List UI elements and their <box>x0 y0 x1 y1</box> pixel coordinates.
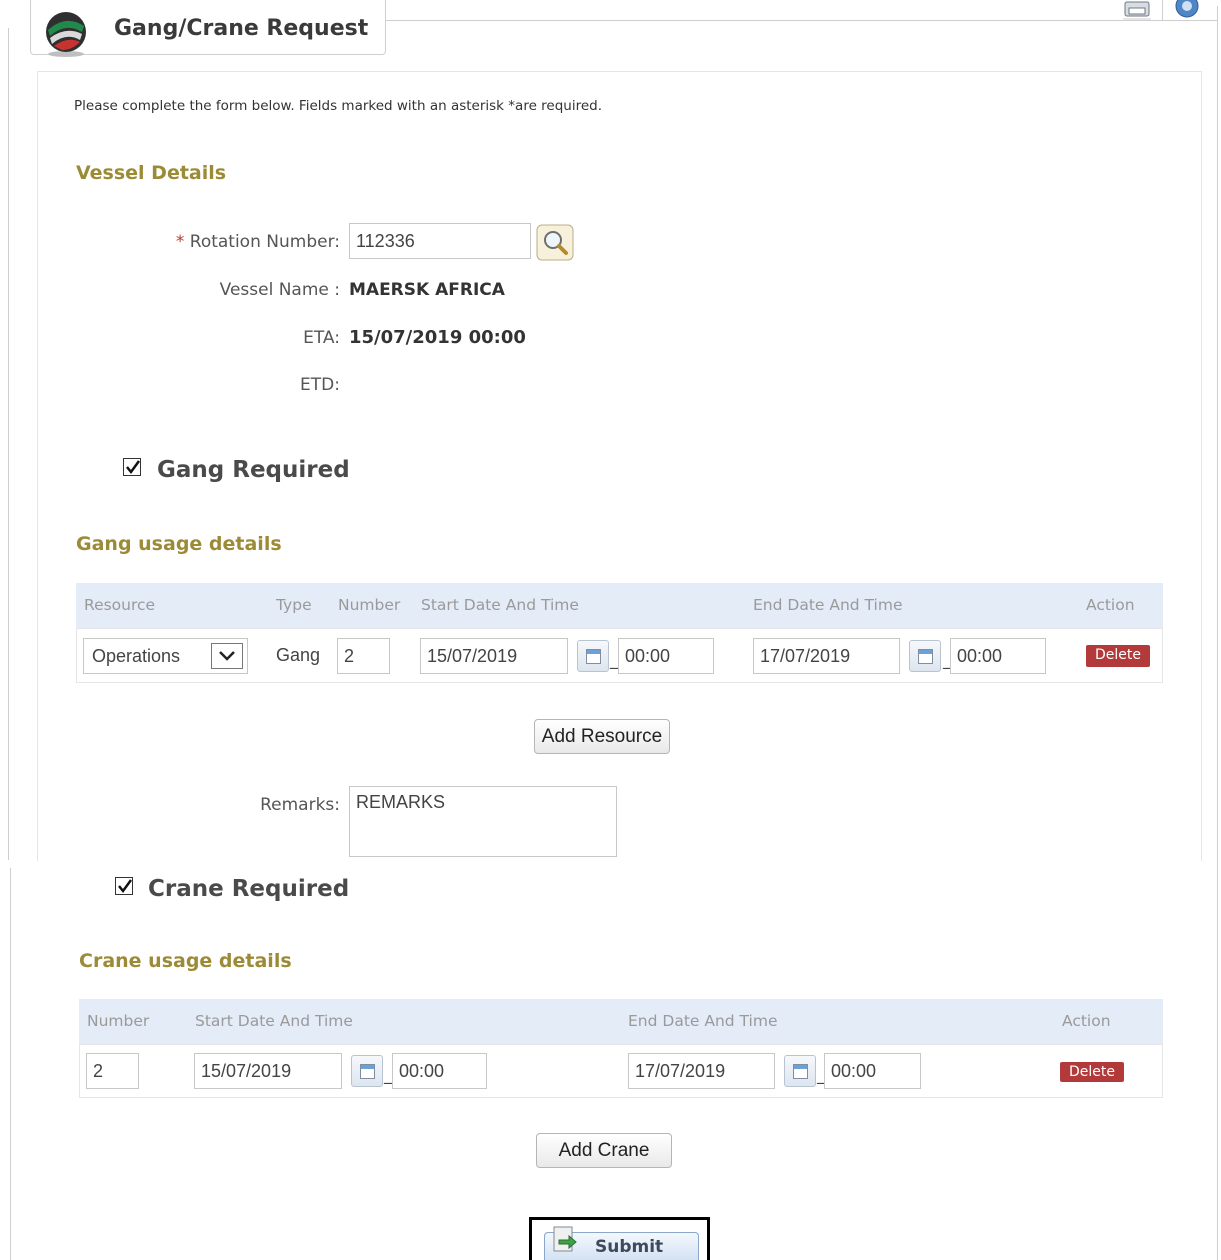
frame-border-left-lower <box>10 868 11 1260</box>
gang-required-label: Gang Required <box>157 457 350 483</box>
calendar-icon[interactable] <box>577 640 609 672</box>
gang-start-time-input[interactable]: 00:00 <box>618 638 714 674</box>
crane-end-time-input[interactable]: 00:00 <box>824 1053 921 1089</box>
date-time-separator: _ <box>610 650 618 669</box>
gang-number-input[interactable]: 2 <box>337 638 390 674</box>
gang-table-header <box>76 583 1163 628</box>
gang-usage-details-title: Gang usage details <box>76 533 282 555</box>
crane-delete-button[interactable]: Delete <box>1060 1062 1124 1082</box>
page-title: Gang/Crane Request <box>114 16 369 41</box>
calendar-icon[interactable] <box>909 640 941 672</box>
vessel-details-title: Vessel Details <box>76 162 227 184</box>
vessel-name-value: MAERSK AFRICA <box>349 280 505 300</box>
vessel-name-label: Vessel Name : <box>219 280 340 300</box>
gang-start-date-input[interactable]: 15/07/2019 <box>420 638 568 674</box>
submit-icon <box>553 1226 577 1252</box>
search-icon[interactable] <box>536 224 574 261</box>
crane-header-start: Start Date And Time <box>195 1012 353 1030</box>
crane-header-end: End Date And Time <box>628 1012 778 1030</box>
crane-required-checkbox[interactable] <box>115 877 133 895</box>
submit-label: Submit <box>595 1237 664 1257</box>
calendar-icon[interactable] <box>784 1055 816 1087</box>
gang-header-type: Type <box>276 596 312 614</box>
gang-header-action: Action <box>1086 596 1135 614</box>
frame-border-left <box>8 28 9 860</box>
toolbar-divider <box>1162 0 1163 20</box>
print-icon[interactable] <box>1122 0 1152 20</box>
rotation-number-input[interactable]: 112336 <box>349 223 531 259</box>
rotation-number-label-text: Rotation Number: <box>189 232 340 252</box>
frame-border-right <box>1217 6 1218 1260</box>
app-logo-icon <box>46 12 86 57</box>
crane-end-date-input[interactable]: 17/07/2019 <box>628 1053 775 1089</box>
gang-header-number: Number <box>338 596 401 614</box>
gang-required-checkbox[interactable] <box>123 458 141 476</box>
calendar-icon[interactable] <box>351 1055 383 1087</box>
gang-header-start: Start Date And Time <box>421 596 579 614</box>
rotation-number-label: * Rotation Number: <box>150 232 340 252</box>
chevron-down-icon[interactable] <box>211 643 243 669</box>
submit-button[interactable]: Submit <box>544 1226 699 1260</box>
gang-end-date-input[interactable]: 17/07/2019 <box>753 638 900 674</box>
crane-number-input[interactable]: 2 <box>86 1053 139 1089</box>
eta-label: ETA: <box>303 328 340 348</box>
remarks-label: Remarks: <box>260 795 340 815</box>
gang-header-resource: Resource <box>84 596 156 614</box>
remarks-textarea[interactable]: REMARKS <box>349 786 617 857</box>
crane-header-action: Action <box>1062 1012 1111 1030</box>
form-instructions: Please complete the form below. Fields m… <box>74 98 603 114</box>
crane-required-label: Crane Required <box>148 876 350 902</box>
gang-header-end: End Date And Time <box>753 596 903 614</box>
add-resource-button[interactable]: Add Resource <box>534 719 670 754</box>
add-crane-button[interactable]: Add Crane <box>536 1133 672 1168</box>
crane-header-number: Number <box>87 1012 150 1030</box>
crane-start-time-input[interactable]: 00:00 <box>392 1053 487 1089</box>
required-asterisk: * <box>175 232 185 252</box>
gang-delete-button[interactable]: Delete <box>1086 645 1150 667</box>
help-icon[interactable] <box>1174 0 1200 20</box>
frame-border-top <box>385 20 1217 21</box>
gang-end-time-input[interactable]: 00:00 <box>950 638 1046 674</box>
resource-select-value: Operations <box>92 646 181 666</box>
date-time-separator: _ <box>384 1065 392 1084</box>
gang-type-value: Gang <box>276 645 321 665</box>
eta-value: 15/07/2019 00:00 <box>349 327 526 348</box>
crane-start-date-input[interactable]: 15/07/2019 <box>194 1053 342 1089</box>
crane-usage-details-title: Crane usage details <box>79 950 292 972</box>
etd-label: ETD: <box>300 375 340 395</box>
